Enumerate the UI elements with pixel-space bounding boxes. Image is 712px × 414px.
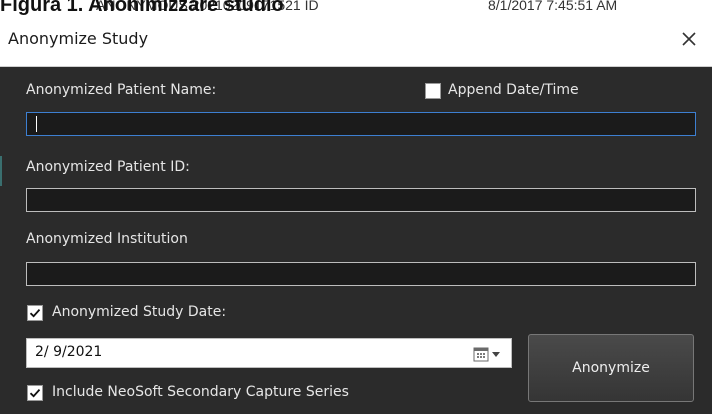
institution-label: Anonymized Institution <box>26 231 188 247</box>
dialog-title: Anonymize Study <box>8 29 149 48</box>
secondary-capture-checkbox[interactable] <box>27 385 43 401</box>
anonymize-button[interactable]: Anonymize <box>528 334 694 402</box>
calendar-icon <box>473 347 489 362</box>
dialog-titlebar: Anonymize Study <box>0 16 712 67</box>
text-caret <box>36 116 37 132</box>
figure-caption-title: Figura 1. Anonimizzare studio <box>0 0 284 16</box>
chevron-down-icon <box>492 352 500 357</box>
patient-name-input[interactable] <box>26 112 696 136</box>
study-date-value: 2/ 9/2021 <box>35 344 103 360</box>
left-edge-marker <box>0 156 2 186</box>
close-icon <box>682 32 696 46</box>
checkmark-icon <box>29 389 41 398</box>
calendar-dropdown-button[interactable] <box>473 345 507 363</box>
study-date-label: Anonymized Study Date: <box>52 304 227 320</box>
patient-id-label: Anonymized Patient ID: <box>26 159 190 175</box>
secondary-capture-label: Include NeoSoft Secondary Capture Series <box>52 384 349 400</box>
institution-input[interactable] <box>26 262 696 286</box>
patient-id-input[interactable] <box>26 188 696 212</box>
study-date-checkbox[interactable] <box>27 305 43 321</box>
patient-name-label: Anonymized Patient Name: <box>26 82 217 98</box>
close-button[interactable] <box>674 24 704 54</box>
figure-caption: ANONYMOUS 20210209171521 ID 8/1/2017 7:4… <box>0 0 712 16</box>
append-datetime-label: Append Date/Time <box>448 82 579 98</box>
background-row-date: 8/1/2017 7:45:51 AM <box>488 0 618 13</box>
append-datetime-checkbox[interactable] <box>425 83 441 99</box>
checkmark-icon <box>29 309 41 318</box>
anonymize-study-dialog: Anonymize Study Anonymized Patient Name:… <box>0 16 712 414</box>
study-date-picker[interactable]: 2/ 9/2021 <box>26 338 512 368</box>
